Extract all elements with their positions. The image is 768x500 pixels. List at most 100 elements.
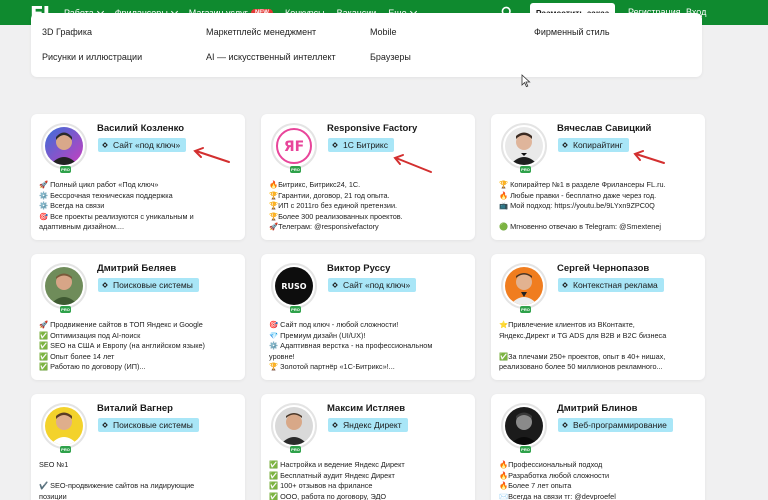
freelancer-name[interactable]: Виталий Вагнер [97, 403, 173, 414]
category-link[interactable]: Браузеры [370, 52, 411, 62]
category-link[interactable]: Mobile [370, 27, 397, 37]
freelancer-card[interactable]: PRO Сергей Чернопазов Контекстная реклам… [491, 254, 705, 380]
specialization-tag[interactable]: Поисковые системы [98, 278, 199, 292]
pro-badge: PRO [60, 446, 71, 453]
pro-badge: PRO [290, 166, 301, 173]
specialization-tag[interactable]: Поисковые системы [98, 418, 199, 432]
description-line: SEO №1 [39, 460, 69, 469]
description-line: 🎯 Сайт под ключ - любой сложности! [269, 320, 399, 329]
avatar[interactable]: PRO [41, 123, 87, 173]
description-line: реализовано более 50 миллионов рекламног… [499, 362, 663, 372]
freelancer-description: 🏆 Копирайтер №1 в разделе Фрилансеры FL.… [499, 180, 699, 233]
description-line: ✅ Работаю по договору (ИП)... [39, 362, 146, 372]
freelancer-description: 🔥Битрикс, Битрикс24, 1С. 🏆Гарантии, дого… [269, 180, 469, 233]
specialization-label: Поисковые системы [113, 420, 193, 430]
avatar-image [275, 407, 313, 445]
specialization-label: Контекстная реклама [573, 280, 658, 290]
specialization-label: Яндекс Директ [343, 420, 402, 430]
avatar[interactable]: PRO [501, 263, 547, 313]
freelancer-description: ⭐Привлечение клиентов из ВКонтакте, Янде… [499, 320, 699, 373]
specialization-label: Копирайтинг [573, 140, 623, 150]
freelancer-name[interactable]: Максим Истляев [327, 403, 405, 414]
freelancer-card[interactable]: PRO Виталий Вагнер Поисковые системы SEO… [31, 394, 245, 500]
freelancer-description: SEO №1 ✔️ SEO-продвижение сайтов на лиди… [39, 460, 239, 500]
specialization-label: Веб-программирование [573, 420, 667, 430]
freelancer-card[interactable]: PRO Дмитрий Блинов Веб-программирование … [491, 394, 705, 500]
description-line [39, 471, 239, 482]
description-line: ✅ SEO на США и Европу (на английском язы… [39, 341, 205, 351]
freelancer-description: 🚀 Полный цикл работ «Под ключ» ⚙️ Бессро… [39, 180, 239, 233]
freelancer-name[interactable]: Виктор Руссу [327, 263, 390, 274]
specialization-tag[interactable]: Яндекс Директ [328, 418, 408, 432]
category-link[interactable]: Рисунки и иллюстрации [42, 52, 142, 62]
category-link[interactable]: AI — искусственный интеллект [206, 52, 336, 62]
description-line: Яндекс.Директ и TG ADS для B2B и B2C биз… [499, 330, 667, 340]
freelancer-card[interactable]: RUSO PRO Виктор Руссу Сайт «под ключ» 🎯 … [261, 254, 475, 380]
specialization-tag[interactable]: Контекстная реклама [558, 278, 664, 292]
description-line [499, 341, 699, 352]
avatar[interactable]: PRO [271, 403, 317, 453]
description-line: ✅ 100+ отзывов на фрилансе [269, 481, 373, 491]
freelancer-name[interactable]: Вячеслав Савицкий [557, 123, 651, 134]
specialization-tag[interactable]: Сайт «под ключ» [98, 138, 187, 152]
freelancer-description: 🚀 Продвижение сайтов в ТОП Яндекс и Goog… [39, 320, 239, 373]
freelancer-card[interactable]: PRO Василий Козленко Сайт «под ключ» 🚀 П… [31, 114, 245, 240]
diamond-icon [332, 422, 338, 428]
description-line: 📺 Мой подход: https://youtu.be/9LYxn9ZPC… [499, 201, 655, 211]
pro-badge: PRO [60, 306, 71, 313]
pro-badge: PRO [60, 166, 71, 173]
description-line: адаптивным дизайном.... [39, 222, 124, 232]
freelancer-card[interactable]: PRO Дмитрий Беляев Поисковые системы 🚀 П… [31, 254, 245, 380]
description-line: 🔥Профессиональный подход [499, 460, 603, 469]
avatar[interactable]: RUSO PRO [271, 263, 317, 313]
diamond-icon [332, 282, 338, 288]
pro-badge: PRO [520, 446, 531, 453]
description-line: ⚙️ Адаптивная верстка - на профессиональ… [269, 341, 433, 351]
freelancer-name[interactable]: Responsive Factory [327, 123, 417, 134]
description-line: 🟢 Мгновенно отвечаю в Telegram: @Smexten… [499, 222, 661, 232]
freelancer-description: ✅ Настройка и ведение Яндекс Директ ✅ Бе… [269, 460, 469, 500]
description-line: ✉️Всегда на связи тг: @devproefel [499, 491, 616, 500]
specialization-label: Сайт «под ключ» [343, 280, 411, 290]
category-link[interactable]: Маркетплейс менеджмент [206, 27, 316, 37]
freelancer-name[interactable]: Сергей Чернопазов [557, 263, 649, 274]
description-line: 🔥 Любые правки - бесплатно даже через го… [499, 190, 657, 200]
description-line: 💎 Премиум дизайн (UI/UX)! [269, 330, 366, 340]
avatar[interactable]: ЯF PRO [271, 123, 317, 173]
avatar-image: RUSO [275, 267, 313, 305]
specialization-tag[interactable]: Копирайтинг [558, 138, 629, 152]
avatar[interactable]: PRO [41, 403, 87, 453]
diamond-icon [332, 142, 338, 148]
freelancer-name[interactable]: Василий Козленко [97, 123, 184, 134]
description-line: 🔥Разработка любой сложности [499, 470, 610, 480]
specialization-tag[interactable]: Веб-программирование [558, 418, 673, 432]
category-link[interactable]: 3D Графика [42, 27, 92, 37]
description-line: 🏆 Копирайтер №1 в разделе Фрилансеры FL.… [499, 180, 666, 189]
avatar[interactable]: PRO [501, 403, 547, 453]
category-link[interactable]: Фирменный стиль [534, 27, 610, 37]
freelancer-card[interactable]: PRO Вячеслав Савицкий Копирайтинг 🏆 Копи… [491, 114, 705, 240]
freelancer-name[interactable]: Дмитрий Блинов [557, 403, 638, 414]
pro-badge: PRO [290, 306, 301, 313]
description-line: 🚀 Продвижение сайтов в ТОП Яндекс и Goog… [39, 320, 203, 329]
description-line: 🔥Битрикс, Битрикс24, 1С. [269, 180, 361, 189]
svg-text:ЯF: ЯF [284, 139, 304, 155]
categories-panel: 3D Графика Маркетплейс менеджмент Mobile… [31, 13, 702, 77]
specialization-label: Сайт «под ключ» [113, 140, 181, 150]
freelancer-name[interactable]: Дмитрий Беляев [97, 263, 176, 274]
freelancer-card[interactable]: ЯF PRO Responsive Factory 1С Битрикс 🔥Би… [261, 114, 475, 240]
avatar[interactable]: PRO [501, 123, 547, 173]
description-line: ✅ Опыт более 14 лет [39, 351, 115, 361]
description-line: 🚀Телеграм: @responsivefactory [269, 222, 379, 232]
avatar-image [45, 407, 83, 445]
avatar[interactable]: PRO [41, 263, 87, 313]
diamond-icon [562, 142, 568, 148]
specialization-tag[interactable]: 1С Битрикс [328, 138, 394, 152]
description-line: ✅ ООО, работа по договору, ЭДО [269, 491, 387, 500]
freelancer-card[interactable]: PRO Максим Истляев Яндекс Директ ✅ Настр… [261, 394, 475, 500]
description-line: ⭐Привлечение клиентов из ВКонтакте, [499, 320, 635, 329]
description-line: уровне! [269, 351, 295, 361]
freelancer-description: 🎯 Сайт под ключ - любой сложности! 💎 Пре… [269, 320, 469, 373]
specialization-tag[interactable]: Сайт «под ключ» [328, 278, 417, 292]
avatar-image [45, 127, 83, 165]
